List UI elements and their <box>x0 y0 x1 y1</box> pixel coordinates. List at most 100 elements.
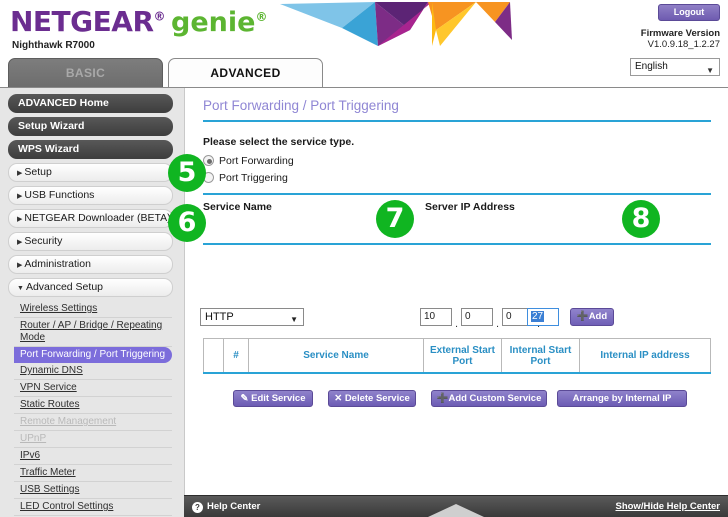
question-mark-icon: ? <box>192 502 203 513</box>
server-ip-octet-4[interactable]: 27 <box>527 308 559 326</box>
sidebar-nav: ADVANCED Home Setup Wizard WPS Wizard ▶ S… <box>0 88 181 517</box>
sidebar-group-setup[interactable]: ▶ Setup <box>8 163 173 182</box>
title-divider <box>203 120 711 122</box>
genie-registered-mark-icon: ® <box>255 10 268 24</box>
callout-badge-5: 5 <box>168 154 206 192</box>
main-content-panel: Port Forwarding / Port Triggering Please… <box>184 88 728 517</box>
sidebar-item-traffic-meter[interactable]: Traffic Meter <box>14 465 172 482</box>
radio-port-forwarding-label: Port Forwarding <box>219 155 294 167</box>
radio-port-triggering[interactable]: Port Triggering <box>203 172 288 184</box>
sidebar-item-ipv6[interactable]: IPv6 <box>14 448 172 465</box>
chevron-down-icon: ▼ <box>290 315 298 324</box>
sidebar-group-security[interactable]: ▶ Security <box>8 232 173 251</box>
sidebar-item-router-ap-bridge-repeating-mode[interactable]: Router / AP / Bridge / Repeating Mode <box>14 318 172 347</box>
tab-basic[interactable]: BASIC <box>8 58 163 88</box>
chevron-right-icon: ▶ <box>17 170 23 177</box>
sidebar-item-wps-wizard[interactable]: WPS Wizard <box>8 140 173 159</box>
netgear-genie-logo: NETGEAR® genie® <box>10 5 267 38</box>
sidebar-group-setup-label: Setup <box>24 166 52 178</box>
delete-service-label: Delete Service <box>344 393 410 404</box>
sidebar-item-static-routes[interactable]: Static Routes <box>14 397 172 414</box>
collapse-panel-handle[interactable] <box>428 504 484 517</box>
sidebar-group-usb-functions-label: USB Functions <box>24 189 95 201</box>
table-col-select <box>204 339 224 372</box>
edit-service-button[interactable]: ✎ Edit Service <box>233 390 313 407</box>
form-divider <box>203 243 711 245</box>
table-col-internal-start-port: Internal Start Port <box>502 339 580 372</box>
help-center-link[interactable]: ? Help Center <box>192 501 260 513</box>
add-button-label: Add <box>588 311 608 322</box>
tab-advanced[interactable]: ADVANCED <box>168 58 323 88</box>
sidebar-item-upnp[interactable]: UPnP <box>14 431 172 448</box>
radio-port-forwarding[interactable]: Port Forwarding <box>203 155 294 167</box>
page-footer: ? Help Center Show/Hide Help Center <box>184 495 728 517</box>
sidebar-group-administration[interactable]: ▶ Administration <box>8 255 173 274</box>
show-hide-help-center-link[interactable]: Show/Hide Help Center <box>615 501 720 512</box>
netgear-wordmark: NETGEAR® <box>10 5 165 38</box>
sidebar-group-administration-label: Administration <box>24 258 91 270</box>
netgear-genie-page: NETGEAR® genie® Nighthawk R7000 Logout Fi… <box>0 0 728 517</box>
sidebar-group-netgear-downloader[interactable]: ▶ NETGEAR Downloader (BETA) <box>8 209 173 228</box>
service-name-select[interactable]: HTTP ▼ <box>200 308 304 326</box>
firmware-version-label: Firmware Version <box>640 28 720 39</box>
decorative-polygon-graphic <box>280 2 512 46</box>
callout-badge-6: 6 <box>168 204 206 242</box>
chevron-right-icon: ▶ <box>17 239 23 246</box>
firmware-version-value: V1.0.9.18_1.2.27 <box>647 39 720 50</box>
server-ip-octet-1[interactable]: 10 <box>420 308 452 326</box>
add-custom-service-label: Add Custom Service <box>448 393 542 404</box>
server-ip-octet-2[interactable]: 0 <box>461 308 493 326</box>
plus-icon: ➕ <box>436 393 449 404</box>
radio-port-triggering-label: Port Triggering <box>219 172 288 184</box>
callout-badge-8: 8 <box>622 200 660 238</box>
genie-wordmark: genie® <box>171 7 268 38</box>
advanced-setup-submenu: Wireless Settings Router / AP / Bridge /… <box>14 301 172 517</box>
page-body: ADVANCED Home Setup Wizard WPS Wizard ▶ S… <box>0 88 728 517</box>
page-header: NETGEAR® genie® Nighthawk R7000 Logout Fi… <box>0 0 728 56</box>
delete-service-button[interactable]: ✕ Delete Service <box>328 390 416 407</box>
service-name-label: Service Name <box>203 201 272 213</box>
sidebar-item-dynamic-dns[interactable]: Dynamic DNS <box>14 363 172 380</box>
chevron-right-icon: ▶ <box>17 262 23 269</box>
logout-button[interactable]: Logout <box>658 4 720 21</box>
table-col-index: # <box>224 339 249 372</box>
sidebar-group-netgear-downloader-label: NETGEAR Downloader (BETA) <box>24 212 171 224</box>
service-name-value: HTTP <box>205 311 234 323</box>
router-model-label: Nighthawk R7000 <box>12 40 95 51</box>
sidebar-item-usb-settings[interactable]: USB Settings <box>14 482 172 499</box>
add-custom-service-button[interactable]: ➕Add Custom Service <box>431 390 547 407</box>
table-header-row: # Service Name External Start Port Inter… <box>203 338 711 372</box>
main-tabs: BASIC ADVANCED <box>0 58 728 88</box>
help-center-label: Help Center <box>207 501 261 512</box>
ip-separator-dot: . <box>496 318 500 330</box>
sidebar-item-advanced-home[interactable]: ADVANCED Home <box>8 94 173 113</box>
chevron-right-icon: ▶ <box>17 216 23 223</box>
table-col-external-start-port: External Start Port <box>424 339 502 372</box>
chevron-right-icon: ▶ <box>17 193 23 200</box>
edit-service-label: Edit Service <box>251 393 306 404</box>
registered-mark-icon: ® <box>153 9 166 24</box>
sidebar-item-port-forwarding-port-triggering[interactable]: Port Forwarding / Port Triggering <box>14 347 172 363</box>
pencil-icon: ✎ <box>240 393 249 404</box>
table-col-internal-ip-address: Internal IP address <box>600 350 690 361</box>
sidebar-item-vpn-service[interactable]: VPN Service <box>14 380 172 397</box>
radio-port-forwarding-icon[interactable] <box>203 155 214 166</box>
sidebar-item-setup-wizard[interactable]: Setup Wizard <box>8 117 173 136</box>
table-bottom-rule <box>203 372 711 374</box>
callout-badge-7: 7 <box>376 200 414 238</box>
server-ip-address-label: Server IP Address <box>425 201 515 213</box>
arrange-by-internal-ip-button[interactable]: Arrange by Internal IP <box>557 390 687 407</box>
sidebar-group-usb-functions[interactable]: ▶ USB Functions <box>8 186 173 205</box>
table-col-service-name: Service Name <box>249 339 424 372</box>
sidebar-item-remote-management[interactable]: Remote Management <box>14 414 172 431</box>
sidebar-group-advanced-setup[interactable]: ▼ Advanced Setup <box>8 278 173 297</box>
add-button[interactable]: ➕Add <box>570 308 614 326</box>
page-title: Port Forwarding / Port Triggering <box>203 98 399 113</box>
sidebar-item-led-control-settings[interactable]: LED Control Settings <box>14 499 172 516</box>
instruction-text: Please select the service type. <box>203 136 355 148</box>
sidebar-item-wireless-settings[interactable]: Wireless Settings <box>14 301 172 318</box>
service-type-divider <box>203 193 711 195</box>
sidebar-group-advanced-setup-label: Advanced Setup <box>25 281 103 293</box>
x-icon: ✕ <box>334 393 343 404</box>
port-forwarding-table: # Service Name External Start Port Inter… <box>203 338 711 374</box>
